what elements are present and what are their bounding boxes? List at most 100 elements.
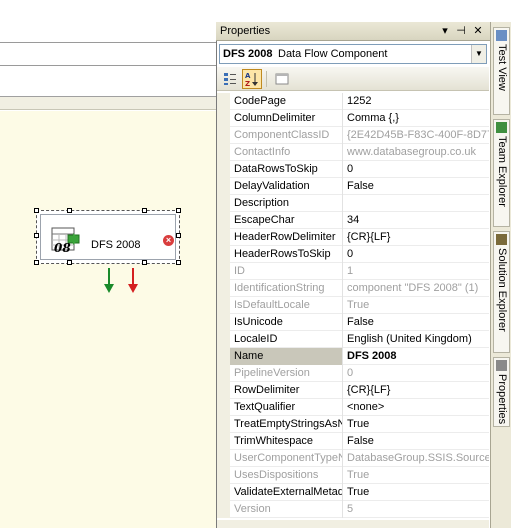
property-name[interactable]: IsUnicode [230,314,343,331]
property-grid[interactable]: CodePage 1252 ColumnDelimiter Comma {,} Comp… [217,93,489,518]
property-name[interactable]: ValidateExternalMetad [230,484,343,501]
property-name[interactable]: IsDefaultLocale [230,297,343,314]
property-value[interactable]: False [344,314,489,331]
dock-tab-strip: Test View Team Explorer Solution Explorer P… [490,22,511,528]
resize-handle-tl[interactable] [34,208,39,213]
property-row[interactable]: LocaleID English (United Kingdom) [217,331,489,348]
property-row[interactable]: ContactInfo www.databasegroup.co.uk [217,144,489,161]
property-name[interactable]: Description [230,195,343,212]
dock-tab-test-view[interactable]: Test View [493,27,510,115]
property-name[interactable]: RowDelimiter [230,382,343,399]
property-value: component "DFS 2008" (1) [347,282,479,294]
property-row[interactable]: IsDefaultLocale True [217,297,489,314]
component-body[interactable]: 08 DFS 2008 × [40,214,176,260]
property-name[interactable]: ContactInfo [230,144,343,161]
property-row[interactable]: ColumnDelimiter Comma {,} [217,110,489,127]
property-value[interactable]: {CR}{LF} [344,382,489,399]
property-value[interactable]: 0 [344,161,489,178]
property-row[interactable]: UsesDispositions True [217,467,489,484]
property-name[interactable]: TreatEmptyStringsAsN [230,416,343,433]
property-value[interactable]: 1252 [344,93,489,110]
property-name[interactable]: Name [230,348,343,365]
resize-handle-bl[interactable] [34,260,39,265]
properties-title: Properties [220,25,271,37]
property-name[interactable]: IdentificationString [230,280,343,297]
property-name[interactable]: TextQualifier [230,399,343,416]
property-row[interactable]: PipelineVersion 0 [217,365,489,382]
resize-handle-bm2[interactable] [142,260,147,265]
property-row[interactable]: DataRowsToSkip 0 [217,161,489,178]
property-value[interactable]: DFS 2008 [344,348,489,365]
property-row[interactable]: ID 1 [217,263,489,280]
property-row[interactable]: HeaderRowsToSkip 0 [217,246,489,263]
row-gutter [217,484,230,501]
property-row[interactable]: IsUnicode False [217,314,489,331]
resize-handle-tm2[interactable] [142,208,147,213]
property-row[interactable]: TrimWhitespace False [217,433,489,450]
property-row[interactable]: TreatEmptyStringsAsN True [217,416,489,433]
property-row[interactable]: CodePage 1252 [217,93,489,110]
dock-tab-solution-explorer[interactable]: Solution Explorer [493,231,510,353]
property-name[interactable]: ColumnDelimiter [230,110,343,127]
property-name[interactable]: DelayValidation [230,178,343,195]
row-gutter [217,178,230,195]
property-value[interactable]: True [344,416,489,433]
property-name[interactable]: LocaleID [230,331,343,348]
dfs-component[interactable]: 08 DFS 2008 × [34,208,181,265]
property-value[interactable]: Comma {,} [344,110,489,127]
resize-handle-bm[interactable] [67,260,72,265]
property-value[interactable]: 34 [344,212,489,229]
property-pages-icon[interactable] [272,69,292,89]
window-position-dropdown-icon[interactable]: ▾ [438,23,452,39]
data-flow-designer[interactable]: 08 DFS 2008 × [0,0,216,528]
property-name[interactable]: PipelineVersion [230,365,343,382]
property-row[interactable]: Name DFS 2008 [217,348,489,365]
alphabetical-icon[interactable]: A Z [242,69,262,89]
property-name[interactable]: UsesDispositions [230,467,343,484]
resize-handle-tm[interactable] [67,208,72,213]
property-row[interactable]: Description [217,195,489,212]
property-value[interactable]: True [344,484,489,501]
object-selector-dropdown[interactable]: DFS 2008 Data Flow Component ▼ [219,44,487,64]
property-row[interactable]: ComponentClassID {2E42D45B-F83C-400F-8D77… [217,127,489,144]
property-name[interactable]: UserComponentTypeN [230,450,343,467]
resize-handle-ml[interactable] [34,233,39,238]
auto-hide-pin-icon[interactable]: ⊣ [454,23,468,39]
property-name[interactable]: Version [230,501,343,518]
property-name[interactable]: CodePage [230,93,343,110]
property-name[interactable]: TrimWhitespace [230,433,343,450]
property-value[interactable]: False [344,178,489,195]
resize-handle-br[interactable] [176,260,181,265]
property-name[interactable]: DataRowsToSkip [230,161,343,178]
property-name[interactable]: HeaderRowsToSkip [230,246,343,263]
property-row[interactable]: TextQualifier <none> [217,399,489,416]
close-icon[interactable]: ✕ [471,23,485,39]
property-name[interactable]: HeaderRowDelimiter [230,229,343,246]
properties-icon [496,360,507,371]
dock-tab-properties[interactable]: Properties [493,357,510,427]
property-row[interactable]: HeaderRowDelimiter {CR}{LF} [217,229,489,246]
property-value[interactable] [344,195,489,212]
categorized-icon[interactable] [220,69,240,89]
property-name[interactable]: EscapeChar [230,212,343,229]
property-row[interactable]: IdentificationString component "DFS 2008"… [217,280,489,297]
property-value[interactable]: <none> [344,399,489,416]
property-row[interactable]: RowDelimiter {CR}{LF} [217,382,489,399]
property-row[interactable]: DelayValidation False [217,178,489,195]
design-surface[interactable] [0,111,216,528]
property-value[interactable]: {CR}{LF} [344,229,489,246]
row-gutter [217,450,230,467]
dock-tab-team-explorer[interactable]: Team Explorer [493,119,510,227]
resize-handle-tr[interactable] [176,208,181,213]
property-row[interactable]: ValidateExternalMetad True [217,484,489,501]
property-name[interactable]: ComponentClassID [230,127,343,144]
property-value[interactable]: False [344,433,489,450]
chevron-down-icon[interactable]: ▼ [471,45,486,63]
property-row[interactable]: EscapeChar 34 [217,212,489,229]
property-name[interactable]: ID [230,263,343,280]
property-row[interactable]: UserComponentTypeN DatabaseGroup.SSIS.Sou… [217,450,489,467]
property-row[interactable]: Version 5 [217,501,489,518]
resize-handle-mr[interactable] [176,233,181,238]
property-value[interactable]: 0 [344,246,489,263]
property-value[interactable]: English (United Kingdom) [344,331,489,348]
